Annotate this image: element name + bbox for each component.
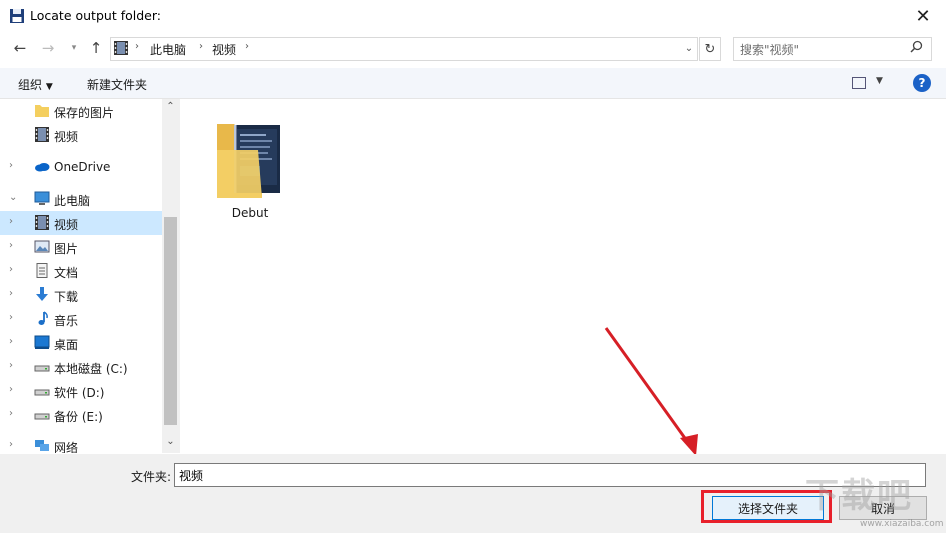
chevron-right-icon[interactable]: › xyxy=(9,439,13,450)
arrow-left-icon: ← xyxy=(13,39,27,57)
up-button[interactable]: ↑ xyxy=(86,38,106,58)
sidebar-item-label: 软件 (D:) xyxy=(54,386,105,400)
chevron-down-icon: ▾ xyxy=(71,43,77,53)
sidebar-item-label: 本地磁盘 (C:) xyxy=(54,362,128,376)
sidebar-item[interactable]: › 文档 xyxy=(0,259,162,283)
search-placeholder: 搜索"视频" xyxy=(740,43,800,57)
sidebar-item[interactable]: › 本地磁盘 (C:) xyxy=(0,355,162,379)
sidebar-item-label: 文档 xyxy=(54,266,79,280)
sidebar-item[interactable]: 保存的图片 xyxy=(0,99,162,123)
video-icon xyxy=(114,41,128,55)
sidebar-item[interactable]: › 备份 (E:) xyxy=(0,403,162,427)
watermark-url: www.xiazaiba.com xyxy=(860,519,944,529)
sidebar-item[interactable]: ⌄ 此电脑 xyxy=(0,187,162,211)
scroll-down-icon[interactable]: ⌄ xyxy=(162,436,179,450)
sidebar-item-label: 此电脑 xyxy=(54,194,91,208)
chevron-down-icon[interactable]: ▼ xyxy=(876,76,883,86)
chevron-right-icon[interactable]: › xyxy=(9,312,13,323)
breadcrumb-separator-icon: › xyxy=(199,41,203,52)
sidebar-item-label: 下载 xyxy=(54,290,79,304)
close-button[interactable]: ✕ xyxy=(900,0,946,32)
save-disk-icon xyxy=(10,9,24,23)
chevron-right-icon[interactable]: › xyxy=(9,408,13,419)
sidebar-item[interactable]: › 下载 xyxy=(0,283,162,307)
breadcrumb-this-pc[interactable]: 此电脑 xyxy=(150,41,186,58)
arrow-right-icon: → xyxy=(41,39,55,57)
sidebar-item[interactable]: 视频 xyxy=(0,123,162,147)
forward-button[interactable]: → xyxy=(38,38,58,58)
sidebar-item[interactable]: › OneDrive xyxy=(0,155,162,179)
refresh-button[interactable]: ↻ xyxy=(699,37,721,61)
chevron-right-icon[interactable]: › xyxy=(9,360,13,371)
folder-thumbnail-icon xyxy=(217,124,280,198)
breadcrumb-separator-icon: › xyxy=(245,41,249,52)
chevron-right-icon[interactable]: › xyxy=(9,336,13,347)
chevron-down-icon[interactable]: ⌄ xyxy=(9,192,17,203)
sidebar-item-label: 桌面 xyxy=(54,338,79,352)
file-list-area[interactable] xyxy=(179,99,946,453)
folder-field-label: 文件夹: xyxy=(131,470,172,484)
folder-name[interactable]: Debut xyxy=(220,206,280,220)
chevron-right-icon[interactable]: › xyxy=(9,160,13,171)
watermark-text: 下载吧 xyxy=(805,476,913,516)
sidebar-item[interactable]: › 图片 xyxy=(0,235,162,259)
new-folder-button[interactable]: 新建文件夹 xyxy=(87,76,147,93)
chevron-right-icon[interactable]: › xyxy=(9,288,13,299)
chevron-down-icon: ⌄ xyxy=(684,42,694,54)
arrow-up-icon: ↑ xyxy=(89,39,103,57)
chevron-right-icon[interactable]: › xyxy=(9,240,13,251)
chevron-right-icon[interactable]: › xyxy=(9,384,13,395)
window-title: Locate output folder: xyxy=(30,8,161,23)
back-button[interactable]: ← xyxy=(10,38,30,58)
chevron-right-icon[interactable]: › xyxy=(9,216,13,227)
chevron-down-icon: ▼ xyxy=(45,82,53,92)
organize-menu[interactable]: 组织 ▼ xyxy=(18,76,53,93)
chevron-right-icon[interactable]: › xyxy=(9,264,13,275)
breadcrumb-separator-icon: › xyxy=(135,41,139,52)
sidebar-item[interactable]: › 桌面 xyxy=(0,331,162,355)
close-icon: ✕ xyxy=(915,5,931,27)
recent-locations-button[interactable]: ▾ xyxy=(64,38,84,58)
breadcrumb-videos[interactable]: 视频 xyxy=(212,41,236,58)
folder-item[interactable] xyxy=(214,116,284,206)
refresh-icon: ↻ xyxy=(704,41,716,57)
sidebar-item[interactable]: › 软件 (D:) xyxy=(0,379,162,403)
search-icon xyxy=(910,40,923,53)
sidebar-item[interactable]: › 网络 xyxy=(0,434,162,453)
view-options-icon[interactable] xyxy=(852,77,866,89)
annotation-arrow xyxy=(604,327,698,456)
sidebar-item-label: 备份 (E:) xyxy=(54,410,103,424)
scroll-up-icon[interactable]: ⌃ xyxy=(162,101,179,115)
sidebar-item[interactable]: › 视频 xyxy=(0,211,162,235)
sidebar-item-label: 音乐 xyxy=(54,314,79,328)
sidebar-item-label: OneDrive xyxy=(54,160,111,174)
sidebar-item-label: 视频 xyxy=(54,130,79,144)
sidebar-item-label: 保存的图片 xyxy=(54,106,115,120)
scrollbar-thumb[interactable] xyxy=(164,217,177,425)
address-history-dropdown[interactable]: ⌄ xyxy=(682,38,696,58)
sidebar-item[interactable]: › 音乐 xyxy=(0,307,162,331)
help-icon[interactable]: ? xyxy=(913,74,931,92)
sidebar-item-label: 视频 xyxy=(54,218,79,232)
sidebar-item-label: 图片 xyxy=(54,242,79,256)
sidebar-item-label: 网络 xyxy=(54,441,79,453)
